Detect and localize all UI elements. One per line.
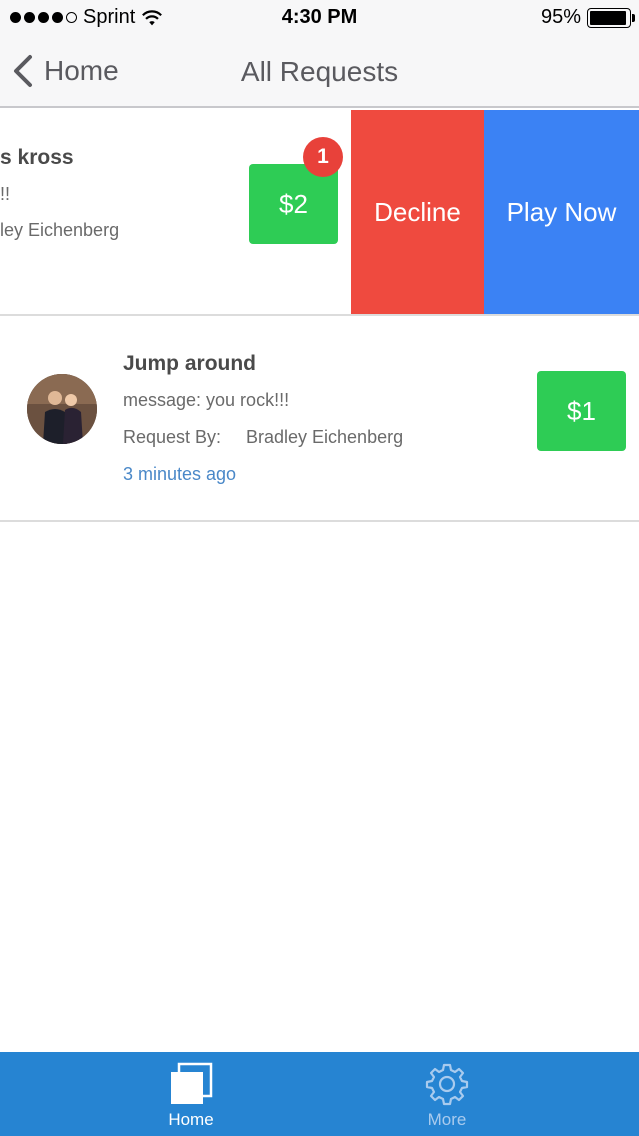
battery-icon: [587, 7, 635, 28]
battery-fill: [590, 10, 627, 25]
request-song-title: Jump around: [123, 352, 257, 375]
battery-percent: 95%: [540, 6, 581, 28]
status-bar: Sprint 4:30 PM 95%: [0, 0, 639, 36]
tab-home[interactable]: Home: [131, 1052, 251, 1136]
navigation-bar: Home All Requests: [0, 36, 639, 108]
notification-badge: 1: [303, 137, 343, 177]
tab-home-label: Home: [168, 1110, 214, 1129]
request-row[interactable]: s kross !! ley Eichenberg $2 1 Decline P…: [0, 110, 639, 316]
requester-name: Bradley Eichenberg: [246, 427, 404, 447]
play-now-button[interactable]: Play Now: [484, 110, 639, 314]
avatar-photo: [27, 374, 97, 444]
stacked-squares-icon: [171, 1062, 213, 1104]
gear-icon: [425, 1063, 469, 1106]
request-row[interactable]: Jump around message: you rock!!! Request…: [0, 316, 639, 522]
amount-button[interactable]: $1: [537, 371, 626, 451]
status-right: 95%: [540, 6, 635, 29]
requester-avatar: [27, 374, 97, 444]
tab-more[interactable]: More: [387, 1052, 507, 1136]
page-title: All Requests: [240, 56, 399, 87]
decline-button[interactable]: Decline: [351, 110, 484, 314]
tab-more-label: More: [427, 1110, 467, 1129]
request-time: 3 minutes ago: [123, 464, 237, 484]
request-message: message: you rock!!!: [123, 390, 290, 410]
request-song-title: s kross: [0, 146, 74, 169]
request-requester: ley Eichenberg: [0, 220, 120, 240]
requester-label: Request By:: [123, 427, 222, 447]
request-message: !!: [0, 184, 11, 204]
tab-bar: Home More: [0, 1052, 639, 1136]
